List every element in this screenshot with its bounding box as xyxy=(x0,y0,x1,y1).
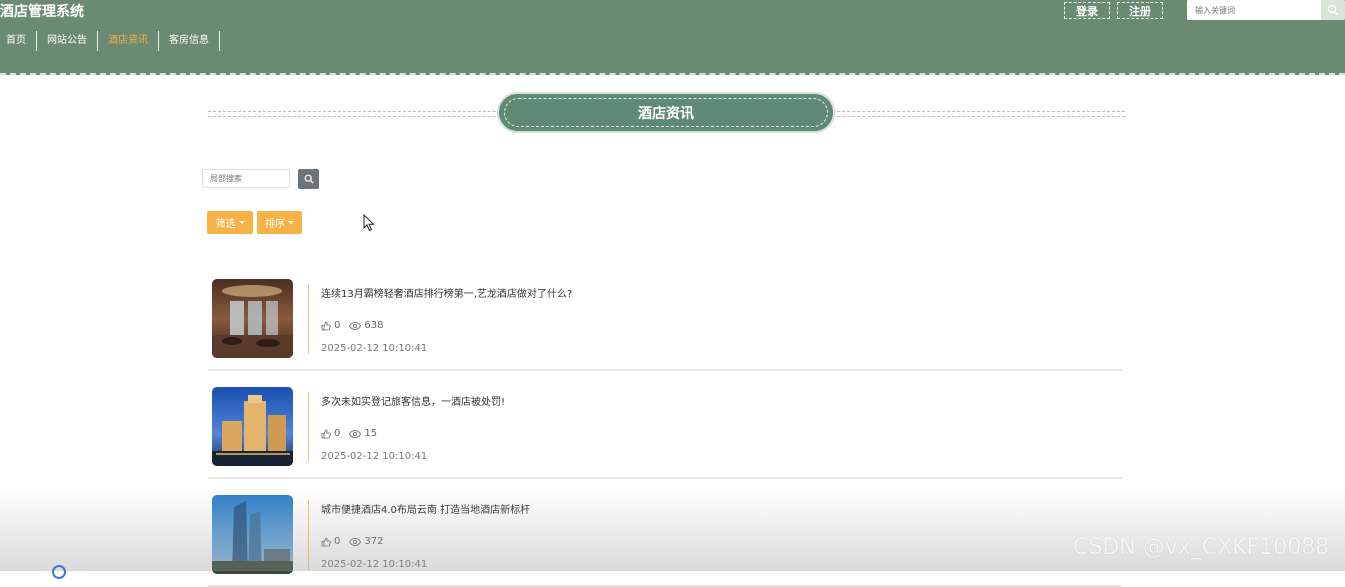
header-search-button[interactable] xyxy=(1321,0,1345,20)
view-count-wrap: 372 xyxy=(349,536,383,547)
nav-home[interactable]: 首页 xyxy=(0,31,37,51)
news-item[interactable]: 城市便捷酒店4.0布局云南 打造当地酒店新标杆 0 372 2025-02-12… xyxy=(208,495,1122,587)
watermark: CSDN @vx_CXKF10088 xyxy=(1073,535,1330,560)
item-divider xyxy=(308,392,309,462)
news-title[interactable]: 城市便捷酒店4.0布局云南 打造当地酒店新标杆 xyxy=(321,501,530,516)
news-item[interactable]: 多次未如实登记旅客信息，一酒店被处罚! 0 15 2025-02-12 10:1… xyxy=(208,387,1122,479)
news-thumbnail[interactable] xyxy=(212,495,293,574)
main-nav: 首页 网站公告 酒店资讯 客房信息 xyxy=(0,31,220,51)
eye-icon xyxy=(349,429,362,438)
news-date: 2025-02-12 10:10:41 xyxy=(321,559,428,570)
loading-circle-icon xyxy=(52,565,66,579)
view-count: 15 xyxy=(364,428,378,439)
like-count: 0 xyxy=(334,536,341,547)
mouse-cursor-icon xyxy=(363,214,375,232)
header-search xyxy=(1187,0,1345,20)
news-title[interactable]: 多次未如实登记旅客信息，一酒店被处罚! xyxy=(321,393,505,408)
header-search-input[interactable] xyxy=(1187,0,1329,20)
thumbs-up-icon[interactable] xyxy=(321,429,331,439)
eye-icon xyxy=(349,321,362,330)
news-item[interactable]: 连续13月霸榜轻奢酒店排行榜第一,艺龙酒店做对了什么? 0 638 2025-0… xyxy=(208,279,1122,371)
filter-dropdown[interactable]: 筛选 xyxy=(207,211,253,234)
section-title-badge: 酒店资讯 xyxy=(497,92,835,133)
news-thumbnail[interactable] xyxy=(212,279,293,358)
news-stats: 0 638 xyxy=(321,320,383,331)
register-button[interactable]: 注册 xyxy=(1117,2,1163,19)
caret-down-icon xyxy=(238,221,245,224)
view-count: 638 xyxy=(364,320,384,331)
eye-icon xyxy=(349,537,362,546)
news-stats: 0 15 xyxy=(321,428,377,439)
top-header: 酒店管理系统 登录 注册 首页 网站公告 酒店资讯 客房信息 xyxy=(0,0,1345,75)
nav-announcements[interactable]: 网站公告 xyxy=(37,31,98,51)
item-divider xyxy=(308,500,309,570)
login-button[interactable]: 登录 xyxy=(1064,2,1110,19)
news-thumbnail[interactable] xyxy=(212,387,293,466)
section-title: 酒店资讯 xyxy=(638,105,694,122)
like-count: 0 xyxy=(334,428,341,439)
sort-dropdown[interactable]: 排序 xyxy=(257,211,302,234)
view-count-wrap: 15 xyxy=(349,428,377,439)
search-icon xyxy=(304,174,314,184)
site-title: 酒店管理系统 xyxy=(0,4,84,20)
news-date: 2025-02-12 10:10:41 xyxy=(321,451,428,462)
local-search-input[interactable] xyxy=(202,169,290,188)
sort-label: 排序 xyxy=(265,219,285,230)
news-stats: 0 372 xyxy=(321,536,383,547)
like-count: 0 xyxy=(334,320,341,331)
news-title[interactable]: 连续13月霸榜轻奢酒店排行榜第一,艺龙酒店做对了什么? xyxy=(321,285,572,300)
filter-label: 筛选 xyxy=(215,219,236,230)
search-icon xyxy=(1327,4,1339,16)
nav-room-info[interactable]: 客房信息 xyxy=(159,31,220,51)
thumbs-up-icon[interactable] xyxy=(321,537,331,547)
view-count: 372 xyxy=(364,536,384,547)
news-date: 2025-02-12 10:10:41 xyxy=(321,343,428,354)
thumbs-up-icon[interactable] xyxy=(321,321,331,331)
local-search-button[interactable] xyxy=(298,169,319,189)
nav-hotel-news[interactable]: 酒店资讯 xyxy=(98,31,159,51)
view-count-wrap: 638 xyxy=(349,320,383,331)
item-divider xyxy=(308,284,309,354)
caret-down-icon xyxy=(288,221,294,224)
